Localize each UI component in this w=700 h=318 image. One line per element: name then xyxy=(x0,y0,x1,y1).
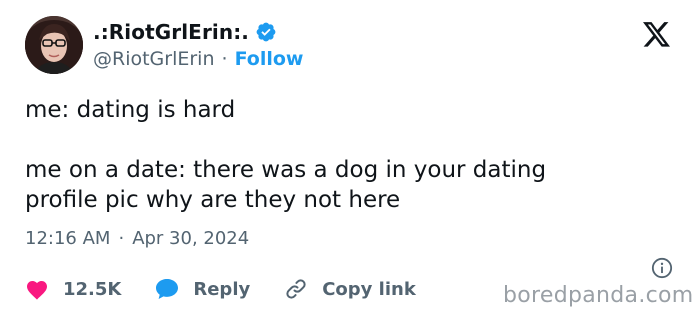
follow-button[interactable]: Follow xyxy=(235,48,304,70)
tweet-date: Apr 30, 2024 xyxy=(132,228,250,249)
link-icon xyxy=(286,279,306,299)
tweet-line-2: me on a date: there was a dog in your da… xyxy=(25,157,547,183)
like-button[interactable]: 12.5K xyxy=(25,278,121,300)
author-name-row: .:RiotGrlErin:. xyxy=(93,20,277,44)
copy-link-button[interactable]: Copy link xyxy=(284,277,416,301)
reply-bubble-icon xyxy=(156,279,179,299)
avatar[interactable] xyxy=(25,16,83,74)
tweet-line-3: profile pic why are they not here xyxy=(25,187,401,213)
tweet-text: me: dating is hard me on a date: there w… xyxy=(25,95,675,215)
avatar-image xyxy=(25,16,83,74)
reply-label: Reply xyxy=(193,278,251,300)
watermark: boredpanda.com xyxy=(503,283,694,308)
author-display-name[interactable]: .:RiotGrlErin:. xyxy=(93,20,249,44)
tweet-paragraph-gap xyxy=(25,125,675,155)
handle-separator: · xyxy=(221,48,228,70)
tweet-line-1: me: dating is hard xyxy=(25,97,236,123)
author-handle-row: @RiotGrlErin · Follow xyxy=(93,48,303,70)
action-bar: 12.5K Reply Copy link xyxy=(25,277,416,301)
timestamp-separator: · xyxy=(118,228,125,249)
tweet-time: 12:16 AM xyxy=(25,228,111,249)
verified-icon xyxy=(255,21,277,43)
copy-link-label: Copy link xyxy=(322,278,416,300)
heart-icon xyxy=(27,281,47,300)
author-handle[interactable]: @RiotGrlErin xyxy=(93,48,215,70)
x-logo-icon[interactable] xyxy=(643,22,671,48)
like-count: 12.5K xyxy=(63,278,122,300)
info-icon[interactable] xyxy=(651,257,673,279)
tweet-timestamp[interactable]: 12:16 AM · Apr 30, 2024 xyxy=(25,228,249,249)
reply-button[interactable]: Reply xyxy=(155,278,250,300)
